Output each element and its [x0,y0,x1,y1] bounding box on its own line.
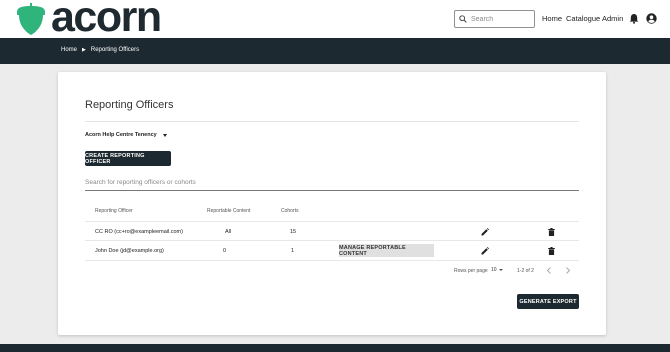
generate-export-button[interactable]: GENERATE EXPORT [517,294,579,309]
breadcrumb-current: Reporting Officers [90,47,140,53]
delete-button[interactable] [547,247,555,255]
bell-icon [629,14,638,24]
breadcrumb-separator-icon: ▶ [82,47,86,53]
reportable-content-value: All [225,229,232,235]
notifications-button[interactable] [628,13,639,24]
chevron-down-icon [162,133,167,137]
row-divider [85,260,579,261]
header-search[interactable] [454,10,535,28]
breadcrumb: Home ▶ Reporting Officers [61,47,139,53]
column-header-content: Reportable Content [207,208,251,214]
trash-icon [547,247,555,255]
nav-home[interactable]: Home [542,14,562,23]
column-header-cohorts: Cohorts [281,208,299,214]
header-divider [85,221,579,222]
chevron-right-icon [566,266,571,274]
trash-icon [547,228,555,236]
breadcrumb-home[interactable]: Home [61,47,77,53]
account-circle-icon [646,13,657,24]
cohorts-value: 1 [291,248,295,254]
tenancy-label: Acorn Help Centre Tenency [85,132,157,138]
reportable-content-value: 0 [223,248,227,254]
pagination-range: 1-2 of 2 [517,268,534,274]
acorn-logo-icon [17,3,45,35]
search-icon [459,15,467,23]
delete-button[interactable] [547,228,555,236]
pencil-icon [481,228,489,236]
officer-search-input[interactable]: Search for reporting officers or cohorts [85,179,579,191]
rows-per-page-value: 10 [491,267,497,273]
top-header: acorn Home Catalogue Admin [0,0,670,41]
title-divider [85,121,579,122]
officer-name: CC RO (cc+ro@exampleemail.com) [95,229,183,235]
pencil-icon [481,247,489,255]
edit-button[interactable] [481,228,489,236]
next-page-button[interactable] [564,266,572,274]
edit-button[interactable] [481,247,489,255]
tenancy-select[interactable]: Acorn Help Centre Tenency [85,132,167,138]
nav-catalogue[interactable]: Catalogue [566,14,600,23]
chevron-down-icon [498,269,503,271]
column-header-officer: Reporting Officer [95,208,133,214]
rows-per-page-select[interactable]: 10 [491,267,503,273]
cohorts-value: 15 [290,229,297,235]
previous-page-button[interactable] [545,266,553,274]
officer-name: John Doe (jd@example.org) [95,248,164,254]
create-reporting-officer-button[interactable]: CREATE REPORTING OFFICER [85,151,171,166]
row-divider [85,240,579,241]
chevron-left-icon [546,266,551,274]
brand-name: acorn [51,0,162,41]
account-button[interactable] [646,13,657,24]
reporting-officers-card: Reporting Officers Acorn Help Centre Ten… [58,72,606,335]
page-title: Reporting Officers [85,99,174,111]
nav-admin[interactable]: Admin [602,14,623,23]
brand-logo[interactable]: acorn [15,0,162,41]
footer-bar [0,344,670,352]
manage-reportable-content-button[interactable]: MANAGE REPORTABLE CONTENT [339,244,434,257]
rows-per-page-label: Rows per page [454,268,488,274]
search-input[interactable] [471,15,531,23]
